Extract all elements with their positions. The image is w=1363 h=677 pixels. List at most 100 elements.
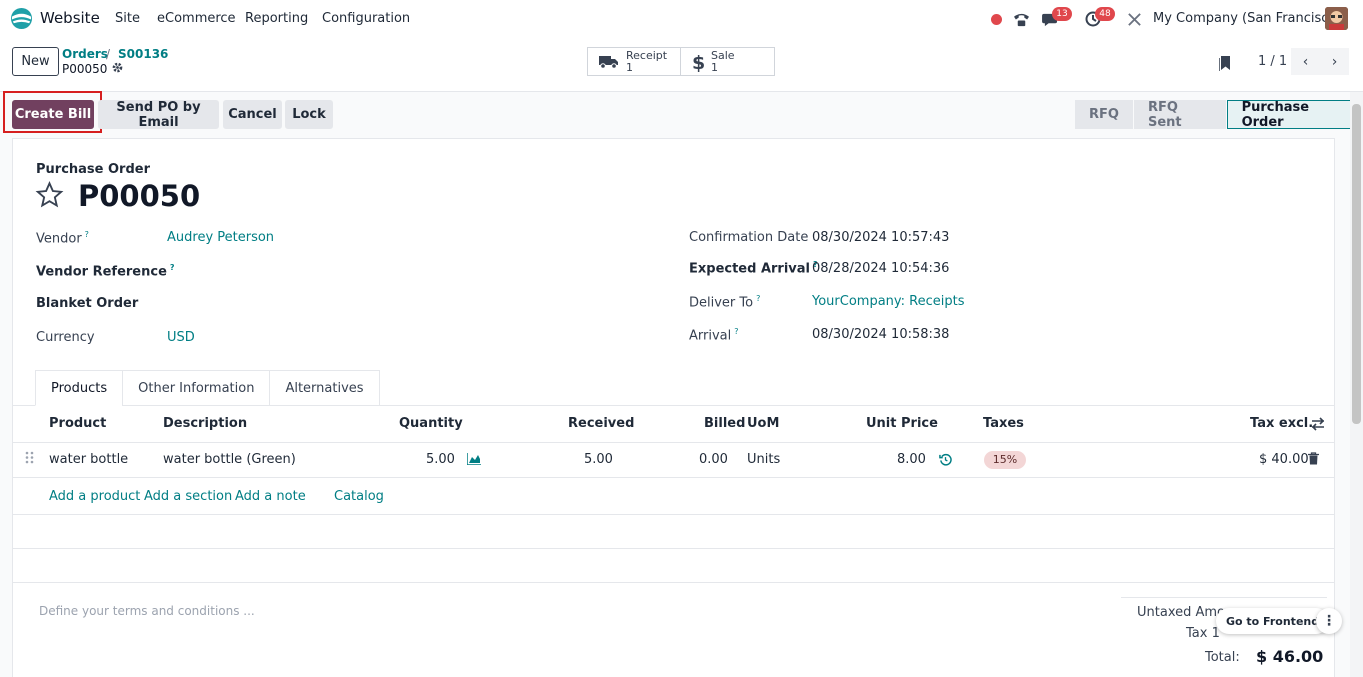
add-section-link[interactable]: Add a section: [144, 489, 232, 504]
deliver-to-field[interactable]: YourCompany: Receipts: [812, 294, 965, 309]
help-mark: ?: [84, 230, 89, 239]
total-label: Total:: [1205, 650, 1240, 665]
chat-badge: 13: [1052, 7, 1072, 21]
stage-rfq[interactable]: RFQ: [1075, 100, 1134, 129]
stage-purchase-order[interactable]: Purchase Order: [1226, 100, 1363, 130]
row-divider: [13, 514, 1334, 515]
deliver-to-label: Deliver To?: [689, 294, 761, 311]
new-button[interactable]: New: [12, 47, 59, 76]
confirmation-date-field[interactable]: 08/30/2024 10:57:43: [812, 230, 949, 245]
menu-site[interactable]: Site: [115, 11, 140, 26]
bookmark-icon[interactable]: [1218, 56, 1231, 75]
currency-field[interactable]: USD: [167, 330, 195, 345]
drag-handle-icon[interactable]: [25, 451, 34, 468]
dollar-icon: $: [691, 52, 705, 72]
add-product-link[interactable]: Add a product: [49, 489, 140, 504]
menu-ecommerce[interactable]: eCommerce: [157, 11, 236, 26]
help-mark: ?: [756, 294, 761, 303]
star-icon[interactable]: [35, 181, 64, 213]
help-mark: ?: [734, 327, 739, 336]
phone-icon[interactable]: [1010, 8, 1032, 30]
sale-smart-button[interactable]: $ Sale 1: [680, 47, 775, 76]
po-name: P00050: [78, 179, 201, 213]
vendor-reference-label: Vendor Reference?: [36, 263, 175, 280]
go-to-frontend-button[interactable]: Go to Frontend: [1216, 608, 1330, 634]
send-po-email-button[interactable]: Send PO by Email: [98, 100, 219, 130]
row-tax-excl: $ 40.00: [1259, 452, 1309, 467]
row-description[interactable]: water bottle (Green): [163, 452, 296, 467]
tools-icon[interactable]: [1123, 8, 1145, 30]
tab-products[interactable]: Products: [35, 370, 124, 406]
record-icon[interactable]: [985, 8, 1007, 30]
tax-label: Tax 1: [1186, 626, 1220, 641]
history-icon[interactable]: [939, 453, 952, 470]
breadcrumb-orders[interactable]: Orders: [62, 47, 108, 61]
col-quantity[interactable]: Quantity: [399, 416, 463, 431]
col-product[interactable]: Product: [49, 416, 106, 431]
header-divider: [13, 442, 1334, 443]
col-billed[interactable]: Billed: [704, 416, 745, 431]
company-switcher[interactable]: My Company (San Francisco): [1153, 11, 1341, 26]
menu-configuration[interactable]: Configuration: [322, 11, 410, 26]
more-options-icon[interactable]: ⋮: [1316, 608, 1342, 634]
col-tax-excl[interactable]: Tax excl.: [1250, 416, 1313, 431]
website-app-icon[interactable]: [10, 7, 33, 30]
lock-button[interactable]: Lock: [285, 100, 333, 129]
control-panel: New Orders / S00136 P00050 Receipt 1 $ Sa…: [0, 37, 1363, 92]
row-billed[interactable]: 0.00: [699, 452, 728, 467]
expected-arrival-label: Expected Arrival?: [689, 260, 818, 277]
add-note-link[interactable]: Add a note: [235, 489, 306, 504]
scrollbar-thumb[interactable]: [1352, 104, 1361, 424]
pager-next-icon[interactable]: ›: [1320, 48, 1349, 75]
menu-reporting[interactable]: Reporting: [245, 11, 308, 26]
scrollbar[interactable]: [1350, 92, 1363, 677]
pager-value[interactable]: 1 / 1: [1258, 54, 1287, 69]
receipt-count: 1: [626, 60, 633, 74]
terms-input[interactable]: Define your terms and conditions ...: [39, 604, 255, 618]
form-sheet: Purchase Order P00050 Vendor? Audrey Pet…: [12, 138, 1335, 677]
tab-other-information[interactable]: Other Information: [122, 370, 271, 406]
untaxed-label: Untaxed Amo: [1137, 605, 1226, 620]
receipt-smart-button[interactable]: Receipt 1: [587, 47, 681, 76]
trash-icon[interactable]: [1308, 452, 1319, 469]
row-quantity[interactable]: 5.00: [426, 452, 455, 467]
row-uom[interactable]: Units: [747, 452, 780, 467]
forecast-chart-icon[interactable]: [466, 453, 481, 469]
help-mark: ?: [169, 263, 175, 272]
col-unit-price[interactable]: Unit Price: [866, 416, 938, 431]
stage-rfq-sent[interactable]: RFQ Sent: [1133, 100, 1227, 130]
catalog-link[interactable]: Catalog: [334, 489, 384, 504]
tax-badge[interactable]: 15%: [984, 451, 1026, 469]
breadcrumb-separator: /: [106, 47, 111, 61]
cancel-button[interactable]: Cancel: [223, 100, 282, 129]
total-value: $ 46.00: [1256, 647, 1324, 666]
row-product[interactable]: water bottle: [49, 452, 128, 467]
breadcrumb-sale-order[interactable]: S00136: [118, 47, 168, 61]
arrival-field[interactable]: 08/30/2024 10:58:38: [812, 327, 949, 342]
vendor-field[interactable]: Audrey Peterson: [167, 230, 274, 245]
currency-label: Currency: [36, 330, 95, 345]
col-uom[interactable]: UoM: [747, 416, 779, 431]
row-unit-price[interactable]: 8.00: [897, 452, 926, 467]
expected-arrival-field[interactable]: 08/28/2024 10:54:36: [812, 261, 949, 276]
app-name[interactable]: Website: [40, 9, 100, 27]
totals-divider: [1121, 597, 1327, 598]
col-description[interactable]: Description: [163, 416, 247, 431]
row-divider: [13, 548, 1334, 549]
row-received[interactable]: 5.00: [584, 452, 613, 467]
focus-highlight: [3, 91, 102, 133]
col-received[interactable]: Received: [568, 416, 634, 431]
gear-icon[interactable]: [112, 62, 123, 76]
breadcrumb-current: P00050: [62, 62, 108, 76]
arrival-label: Arrival?: [689, 327, 739, 344]
tab-alternatives[interactable]: Alternatives: [269, 370, 380, 406]
column-settings-icon[interactable]: [1311, 417, 1325, 435]
user-avatar[interactable]: [1325, 7, 1348, 30]
pager-prev-icon[interactable]: ‹: [1291, 48, 1320, 75]
row-divider: [13, 477, 1334, 478]
col-taxes[interactable]: Taxes: [983, 416, 1024, 431]
blanket-order-label: Blanket Order: [36, 296, 139, 311]
status-bar: RFQ RFQ Sent Purchase Order: [1075, 100, 1363, 130]
svg-text:$: $: [692, 52, 704, 72]
activity-badge: 48: [1095, 7, 1115, 21]
